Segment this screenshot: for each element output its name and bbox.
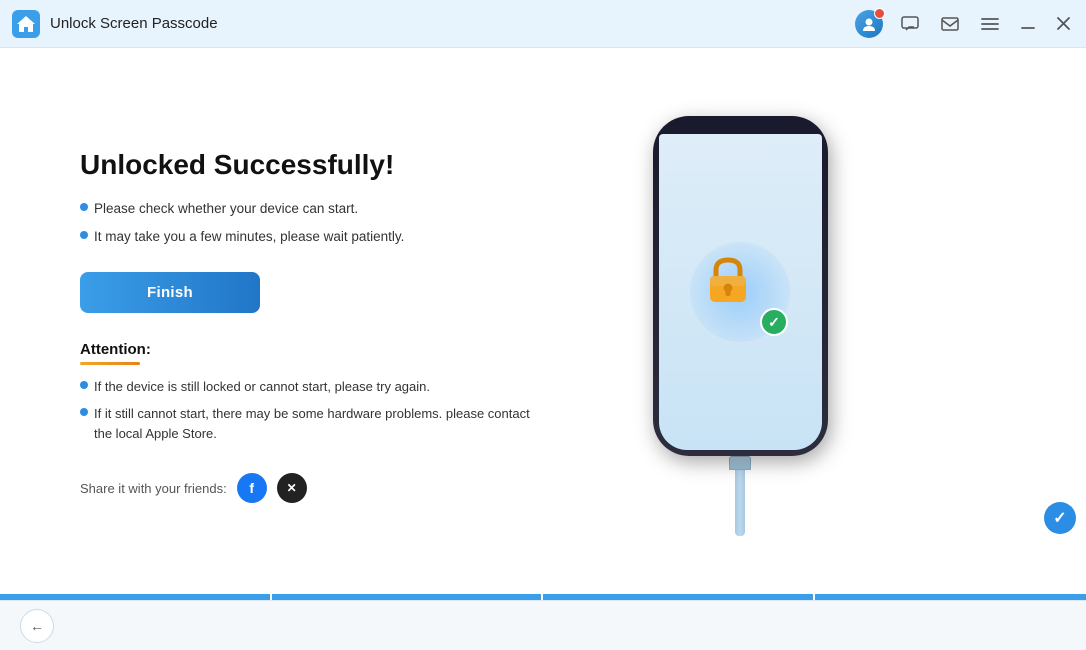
back-arrow-icon: ← [30, 618, 44, 634]
progress-segment-3 [543, 594, 815, 600]
title-bar: Unlock Screen Passcode [0, 0, 1086, 48]
attention-item-2: If it still cannot start, there may be s… [80, 404, 540, 443]
main-content: Unlocked Successfully! Please check whet… [0, 48, 1086, 594]
twitter-share-button[interactable]: ✕ [277, 473, 307, 503]
close-button[interactable] [1053, 15, 1074, 32]
bullet-item-2: It may take you a few minutes, please wa… [80, 227, 540, 247]
padlock-icon [700, 252, 756, 308]
user-avatar-icon[interactable] [855, 10, 883, 38]
facebook-share-button[interactable]: f [237, 473, 267, 503]
phone-notch [713, 116, 768, 134]
attention-underline [80, 362, 140, 365]
social-share-label: Share it with your friends: [80, 481, 227, 496]
attention-title: Attention: [80, 341, 540, 358]
usb-connector-head [729, 456, 751, 470]
usb-wire [735, 470, 745, 536]
title-bar-actions [855, 10, 1074, 38]
usb-cable [730, 456, 750, 536]
success-title: Unlocked Successfully! [80, 149, 540, 181]
phone-illustration: ✓ [653, 116, 828, 536]
minimize-button[interactable] [1017, 16, 1039, 32]
attention-section: Attention: If the device is still locked… [80, 341, 540, 444]
corner-check-badge: ✓ [1044, 502, 1076, 534]
back-button[interactable]: ← [20, 609, 54, 643]
app-title: Unlock Screen Passcode [50, 15, 855, 32]
lock-icon-container: ✓ [700, 252, 780, 332]
x-icon: ✕ [287, 481, 297, 495]
chat-button[interactable] [897, 13, 923, 35]
right-panel: ✓ [560, 116, 920, 536]
attention-dot-2 [80, 408, 88, 416]
attention-list: If the device is still locked or cannot … [80, 377, 540, 444]
left-panel: Unlocked Successfully! Please check whet… [80, 149, 560, 503]
progress-segment-4 [815, 594, 1086, 600]
bullet-item-1: Please check whether your device can sta… [80, 199, 540, 219]
progress-bar [0, 594, 1086, 600]
phone-screen: ✓ [659, 134, 822, 450]
attention-dot-1 [80, 381, 88, 389]
success-bullets: Please check whether your device can sta… [80, 199, 540, 248]
bottom-nav: ← [0, 600, 1086, 650]
bullet-dot-1 [80, 203, 88, 211]
bullet-dot-2 [80, 231, 88, 239]
check-badge: ✓ [760, 308, 788, 336]
attention-item-1: If the device is still locked or cannot … [80, 377, 540, 397]
social-share: Share it with your friends: f ✕ [80, 473, 540, 503]
mail-button[interactable] [937, 13, 963, 35]
progress-segment-1 [0, 594, 272, 600]
menu-button[interactable] [977, 15, 1003, 33]
finish-button[interactable]: Finish [80, 272, 260, 313]
phone-body: ✓ [653, 116, 828, 456]
home-icon[interactable] [12, 10, 40, 38]
progress-segment-2 [272, 594, 544, 600]
